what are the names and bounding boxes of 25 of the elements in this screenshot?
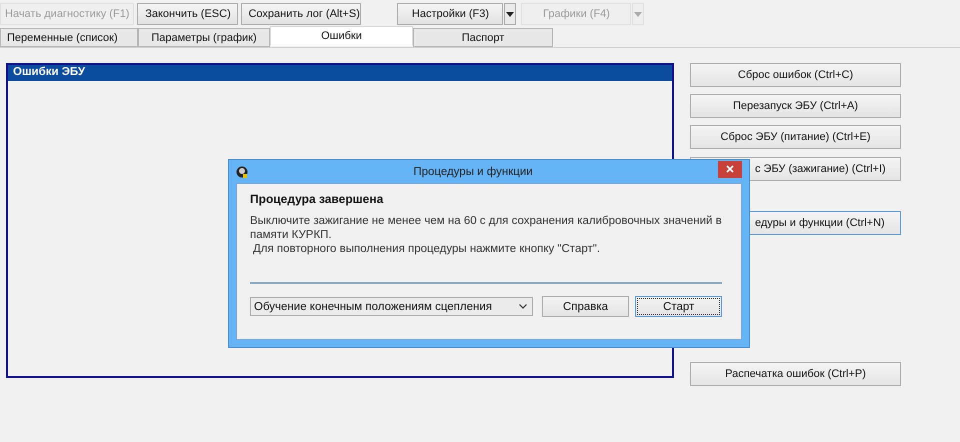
side-button[interactable]: Распечатка ошибок (Ctrl+P)	[690, 362, 901, 386]
dialog-heading: Процедура завершена	[250, 192, 384, 206]
dialog-button[interactable]: Старт	[635, 296, 722, 317]
caret-icon	[634, 12, 642, 16]
close-icon	[726, 165, 734, 173]
panel-title: Ошибки ЭБУ	[8, 65, 672, 81]
side-button[interactable]: Перезапуск ЭБУ (Ctrl+A)	[690, 94, 901, 118]
dropdown-button[interactable]	[504, 3, 516, 25]
toolbar-button[interactable]: Закончить (ESC)	[137, 3, 238, 25]
toolbar-button[interactable]: Сохранить лог (Alt+S)	[241, 3, 362, 25]
side-button[interactable]: Сброс ЭБУ (питание) (Ctrl+E)	[690, 125, 901, 149]
side-button[interactable]: Сброс ошибок (Ctrl+C)	[690, 63, 901, 87]
dialog-button[interactable]: Справка	[542, 296, 630, 317]
dialog-title: Процедуры и функции	[412, 166, 534, 178]
tab[interactable]: Параметры (график)	[138, 28, 270, 47]
caret-icon	[506, 12, 514, 16]
chevron-icon	[518, 304, 527, 309]
tab[interactable]: Паспорт	[413, 28, 553, 47]
procedure-dropdown[interactable]: Обучение конечным положениям сцепления	[250, 297, 533, 316]
close-button[interactable]	[718, 160, 742, 178]
toolbar-button[interactable]: Настройки (F3)	[397, 3, 504, 25]
tab[interactable]: Переменные (список)	[0, 28, 138, 47]
tab[interactable]: Ошибки	[270, 26, 413, 46]
app-icon	[236, 166, 248, 178]
dialog-message: Для повторного выполнения процедуры нажмите кнопку "Старт".	[252, 242, 602, 256]
